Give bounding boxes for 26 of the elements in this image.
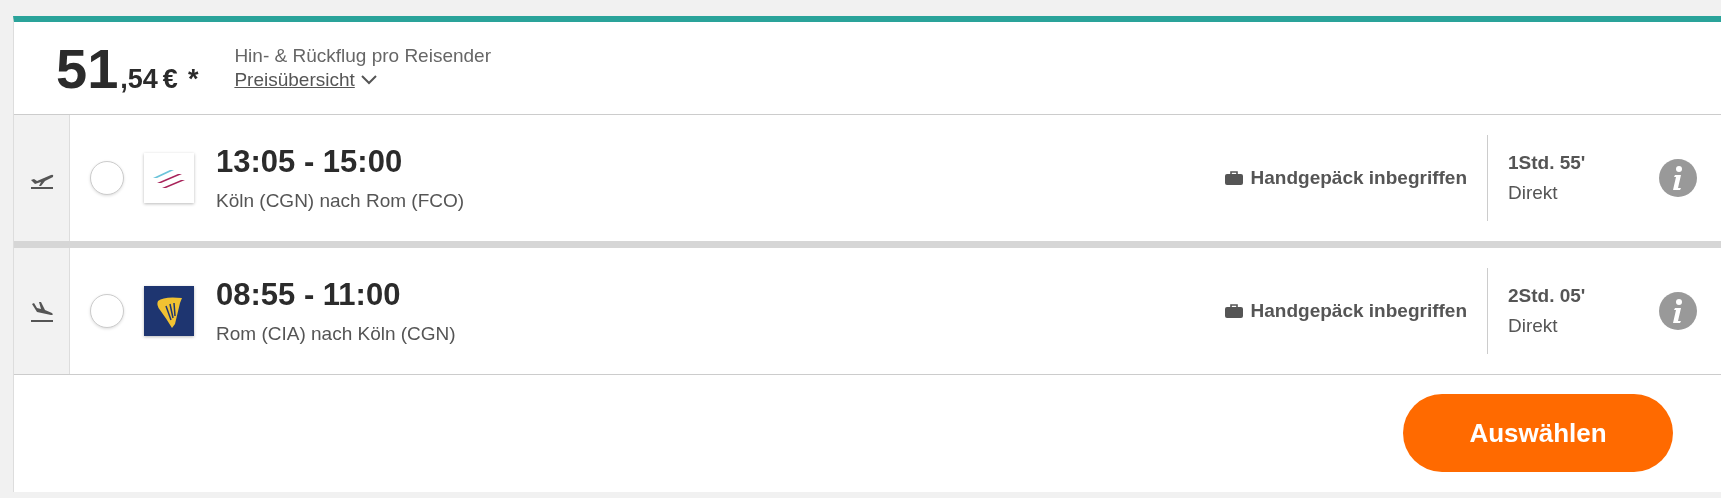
info-icon[interactable]	[1658, 158, 1698, 198]
flight-duration: 1Std. 55'	[1508, 152, 1587, 174]
stops-info: Direkt	[1508, 182, 1559, 204]
chevron-down-icon[interactable]	[360, 75, 377, 85]
radio-button[interactable]	[90, 161, 124, 195]
footnote-mark: *	[187, 63, 199, 95]
suitcase-icon	[1224, 171, 1243, 185]
radio-button[interactable]	[90, 294, 124, 328]
flight-route: Rom (CIA) nach Köln (CGN)	[216, 323, 456, 345]
airline-logo	[144, 286, 194, 336]
suitcase-icon	[1224, 304, 1243, 318]
landing-icon	[28, 300, 55, 322]
currency: €	[162, 63, 178, 95]
info-icon[interactable]	[1658, 291, 1698, 331]
flight-route: Köln (CGN) nach Rom (FCO)	[216, 190, 465, 212]
flight-times: 13:05 - 15:00	[216, 144, 404, 180]
price-note: Hin- & Rückflug pro Reisender	[234, 45, 491, 67]
price-decimals: ,54	[120, 63, 158, 95]
stops-info: Direkt	[1508, 315, 1559, 337]
airline-logo	[144, 153, 194, 203]
price-whole: 51	[56, 35, 119, 101]
baggage-info: Handgepäck inbegriffen	[1250, 167, 1467, 189]
flight-duration: 2Std. 05'	[1508, 285, 1587, 307]
flight-times: 08:55 - 11:00	[216, 277, 402, 313]
baggage-info: Handgepäck inbegriffen	[1250, 300, 1467, 322]
price-overview-link[interactable]: Preisübersicht	[234, 69, 355, 91]
